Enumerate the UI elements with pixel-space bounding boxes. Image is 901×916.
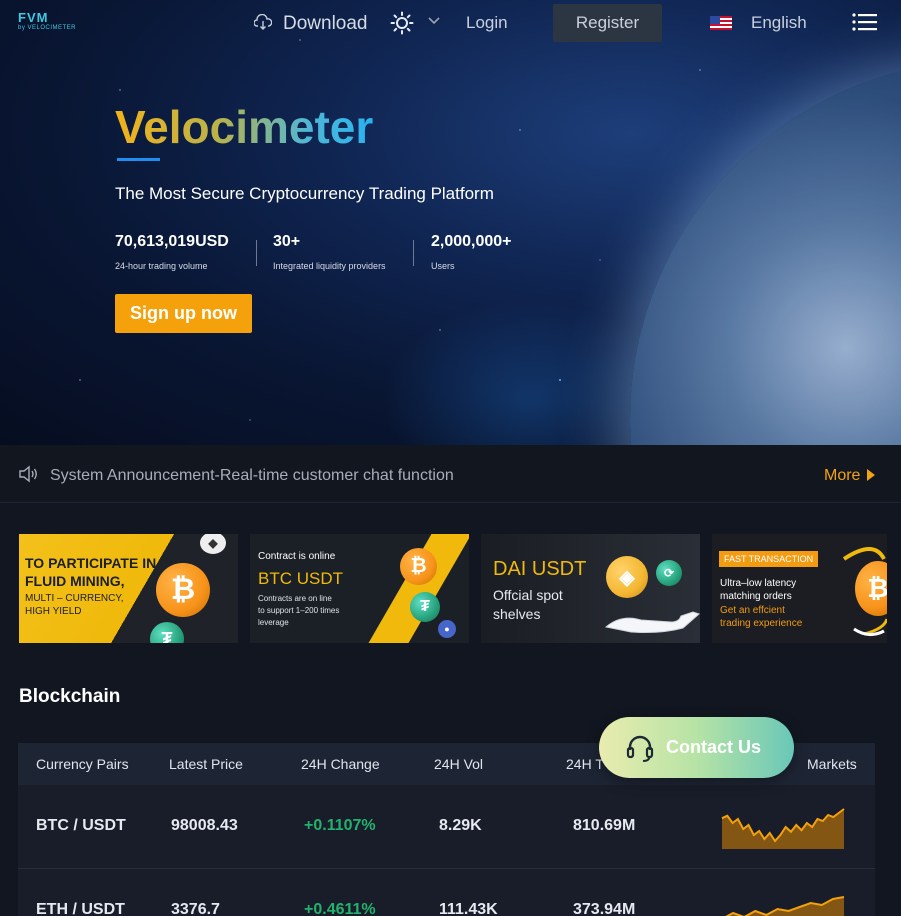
banner-line: HIGH YIELD — [25, 606, 82, 617]
announcement-text[interactable]: System Announcement-Real-time customer c… — [50, 467, 454, 485]
volume-cell: 111.43K — [439, 901, 498, 916]
table-row[interactable]: BTC / USDT 98008.43 +0.1107% 8.29K 810.6… — [18, 785, 875, 869]
contact-us-label: Contact Us — [666, 737, 762, 757]
stat-divider — [256, 240, 257, 266]
turnover-cell: 373.94M — [573, 901, 636, 916]
change-cell: +0.4611% — [304, 901, 376, 916]
banner-line: Get an effcient — [720, 605, 785, 616]
column-header: 24H Vol — [434, 756, 484, 772]
banner-tag: FAST TRANSACTION — [719, 551, 819, 567]
column-header: Currency Pairs — [36, 756, 129, 772]
login-link[interactable]: Login — [466, 13, 508, 33]
hero-title: Velocimeter — [115, 101, 374, 153]
banner-body: Ultra–low latency matching orders — [720, 577, 796, 603]
banner-btc-usdt[interactable]: Contract is online BTC USDT Contracts ar… — [250, 534, 469, 643]
sign-up-button[interactable]: Sign up now — [115, 294, 252, 333]
sun-icon[interactable] — [390, 11, 414, 35]
stat-trading-volume: 70,613,019USD 24-hour trading volume — [115, 233, 229, 271]
banner-body: Contracts are on line to support 1–200 t… — [258, 593, 339, 629]
banner-line: Ultra–low latency — [720, 578, 797, 589]
stat-label: 24-hour trading volume — [115, 261, 208, 271]
chevron-down-icon[interactable] — [428, 16, 440, 26]
logo[interactable]: FVM by VELOCIMETER — [18, 10, 77, 32]
banner-heading: DAI USDT — [493, 558, 587, 580]
banner-line: Offcial spot — [493, 587, 563, 603]
tether-coin-icon: ₮ — [150, 622, 184, 643]
language-selector[interactable]: English — [751, 13, 807, 33]
stat-value: 2,000,000+ — [431, 233, 512, 250]
coin-icon: ● — [438, 620, 456, 638]
banner-heading: BTC USDT — [258, 569, 343, 588]
sparkline — [725, 896, 845, 916]
menu-icon[interactable] — [852, 12, 877, 32]
banner-subheading: Contract is online — [258, 551, 336, 562]
banner-line: leverage — [258, 618, 289, 627]
banner-line: to support 1–200 times — [258, 606, 340, 615]
stat-users: 2,000,000+ Users — [431, 233, 512, 271]
hand-icon — [604, 611, 700, 633]
sparkline-area — [722, 809, 844, 849]
column-header: 24H T — [566, 756, 604, 772]
coin-icon: ⟳ — [656, 560, 682, 586]
banner-body: Offcial spot shelves — [493, 586, 563, 624]
page: FVM by VELOCIMETER Download Login Regist… — [0, 0, 901, 916]
announcement-bar: System Announcement-Real-time customer c… — [0, 445, 901, 503]
section-title: Blockchain — [19, 686, 121, 707]
banner-body-highlight: Get an effcient trading experience — [720, 604, 802, 630]
column-header: Latest Price — [169, 756, 243, 772]
price-cell: 3376.7 — [171, 901, 220, 916]
cloud-download-icon[interactable] — [254, 14, 272, 30]
headset-icon — [626, 735, 654, 762]
price-cell: 98008.43 — [171, 817, 238, 834]
more-arrow-icon[interactable] — [867, 469, 875, 481]
banner-line: matching orders — [720, 591, 792, 602]
us-flag-icon[interactable] — [710, 16, 732, 30]
top-nav: FVM by VELOCIMETER Download Login Regist… — [0, 0, 901, 46]
column-header: Markets — [807, 756, 857, 772]
logo-main: FVM — [18, 10, 49, 25]
register-button[interactable]: Register — [553, 4, 662, 42]
stat-value: 30+ — [273, 233, 301, 250]
title-underline — [117, 158, 160, 161]
banner-line: FLUID MINING, — [25, 573, 125, 589]
banner-line: MULTI – CURRENCY, — [25, 593, 124, 604]
hero-banner: FVM by VELOCIMETER Download Login Regist… — [0, 0, 901, 445]
banner-heading: TO PARTICIPATE IN FLUID MINING, — [25, 554, 156, 590]
sparkline-area — [727, 897, 844, 916]
ethereum-coin-icon: ◆ — [200, 534, 226, 554]
banner-line: Contracts are on line — [258, 594, 332, 603]
tether-coin-icon: ₮ — [410, 592, 440, 622]
dai-coin-icon: ◈ — [606, 556, 648, 598]
contact-us-button[interactable]: Contact Us — [599, 717, 794, 778]
bitcoin-coin-icon: ₿ — [400, 548, 437, 585]
column-header: 24H Change — [301, 756, 380, 772]
stat-divider — [413, 240, 414, 266]
table-row[interactable]: ETH / USDT 3376.7 +0.4611% 111.43K 373.9… — [18, 869, 875, 916]
stat-value: 70,613,019USD — [115, 233, 229, 250]
pair-cell: BTC / USDT — [36, 817, 126, 834]
turnover-cell: 810.69M — [573, 817, 636, 834]
banner-dai-usdt[interactable]: DAI USDT Offcial spot shelves ◈ ⟳ — [481, 534, 700, 643]
hero-subtitle: The Most Secure Cryptocurrency Trading P… — [115, 184, 494, 203]
banner-line: TO PARTICIPATE IN — [25, 555, 157, 571]
more-link[interactable]: More — [824, 467, 860, 485]
banner-body: MULTI – CURRENCY, HIGH YIELD — [25, 592, 124, 618]
speaker-icon — [19, 465, 37, 483]
stat-label: Users — [431, 261, 455, 271]
banner-line: trading experience — [720, 618, 803, 629]
banner-line: shelves — [493, 606, 541, 622]
swirl-decoration — [842, 547, 887, 636]
download-link[interactable]: Download — [283, 13, 368, 35]
stat-liquidity-providers: 30+ Integrated liquidity providers — [273, 233, 386, 271]
sparkline — [721, 808, 845, 849]
bitcoin-coin-icon: ₿ — [156, 563, 210, 617]
change-cell: +0.1107% — [304, 817, 376, 834]
stat-label: Integrated liquidity providers — [273, 261, 386, 271]
banner-fast-transaction[interactable]: FAST TRANSACTION Ultra–low latency match… — [712, 534, 887, 643]
logo-sub: by VELOCIMETER — [18, 25, 77, 31]
pair-cell: ETH / USDT — [36, 901, 125, 916]
banner-fluid-mining[interactable]: TO PARTICIPATE IN FLUID MINING, MULTI – … — [19, 534, 238, 643]
volume-cell: 8.29K — [439, 817, 482, 834]
